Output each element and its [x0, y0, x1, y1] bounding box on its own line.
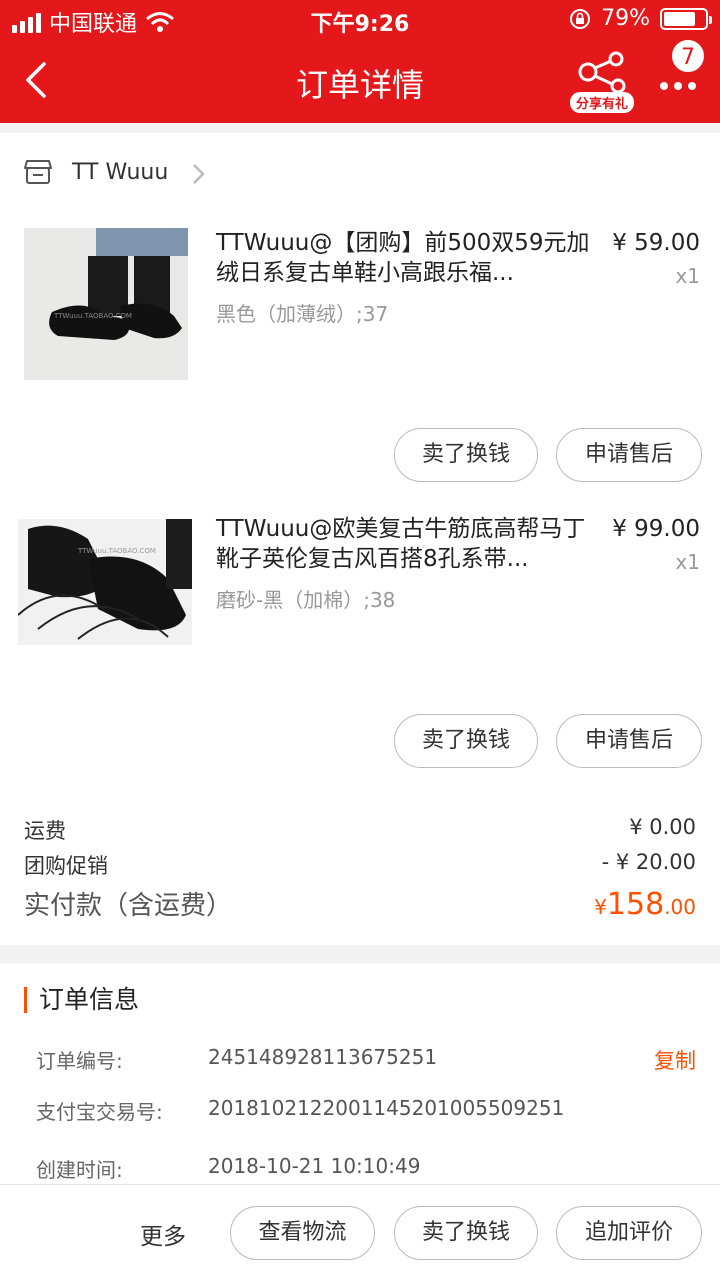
battery-icon: [660, 7, 712, 30]
bottom-action-bar: 更多 查看物流 卖了换钱 追加评价: [0, 1184, 720, 1280]
promo-row: 团购促销 - ¥ 20.00: [24, 850, 696, 880]
total-amount: ¥158.00: [594, 887, 696, 922]
shipping-row: 运费 ¥ 0.00: [24, 815, 696, 845]
alipay-label: 支付宝交易号:: [36, 1100, 163, 1124]
order-number-label: 订单编号:: [36, 1049, 123, 1073]
navbar: 订单详情 分享有礼: [0, 40, 720, 123]
store-icon: [24, 160, 52, 184]
product-price: ¥ 99.00: [612, 516, 700, 542]
product-image-martin-boots[interactable]: TTWuuu.TAOBAO.COM: [18, 519, 192, 645]
view-logistics-button[interactable]: 查看物流: [230, 1206, 375, 1260]
message-badge: 7: [670, 38, 706, 74]
copy-button[interactable]: 复制: [654, 1045, 696, 1075]
product-image-boots-socks[interactable]: TTWuuu.TAOBAO.COM: [24, 228, 188, 380]
created-time-label: 创建时间:: [36, 1158, 123, 1182]
after-sales-button[interactable]: 申请售后: [556, 428, 702, 482]
order-card: TT Wuuu TTWuuu.TAOBAO.COM TTWuuu@【团购】前50…: [0, 133, 720, 945]
product-sku: 黑色（加薄绒）;37: [216, 302, 389, 326]
product-sku: 磨砂-黑（加棉）;38: [216, 588, 396, 612]
add-review-button[interactable]: 追加评价: [556, 1206, 702, 1260]
promo-value: - ¥ 20.00: [601, 850, 696, 874]
order-item[interactable]: TTWuuu.TAOBAO.COM TTWuuu@【团购】前500双59元加绒日…: [0, 228, 720, 488]
order-number-value: 245148928113675251: [208, 1045, 438, 1069]
share-icon: [578, 51, 626, 94]
total-row: 实付款（含运费） ¥158.00: [24, 885, 696, 922]
status-right: 79%: [569, 6, 712, 31]
created-time-value: 2018-10-21 10:10:49: [208, 1154, 421, 1178]
resell-button[interactable]: 卖了换钱: [394, 428, 538, 482]
shop-link[interactable]: TT Wuuu: [24, 159, 168, 185]
product-price: ¥ 59.00: [612, 230, 700, 256]
after-sales-button[interactable]: 申请售后: [556, 714, 702, 768]
resell-button[interactable]: 卖了换钱: [394, 714, 538, 768]
resell-button[interactable]: 卖了换钱: [394, 1206, 538, 1260]
shop-name: TT Wuuu: [72, 159, 169, 185]
svg-text:TTWuuu.TAOBAO.COM: TTWuuu.TAOBAO.COM: [77, 547, 156, 555]
more-actions-link[interactable]: 更多: [140, 1217, 186, 1251]
share-button[interactable]: 分享有礼: [566, 50, 640, 114]
share-label: 分享有礼: [570, 92, 635, 113]
svg-text:TTWuuu.TAOBAO.COM: TTWuuu.TAOBAO.COM: [53, 312, 132, 320]
shipping-value: ¥ 0.00: [629, 815, 696, 839]
order-item[interactable]: TTWuuu.TAOBAO.COM TTWuuu@欧美复古牛筋底高帮马丁靴子英伦…: [0, 514, 720, 774]
product-quantity: x1: [675, 264, 700, 288]
alipay-value: 2018102122001145201005509251: [208, 1096, 565, 1120]
more-icon: [660, 82, 696, 90]
product-title[interactable]: TTWuuu@欧美复古牛筋底高帮马丁靴子英伦复古风百搭8孔系带...: [216, 514, 596, 574]
product-quantity: x1: [675, 550, 700, 574]
order-info-title: 订单信息: [24, 987, 139, 1013]
promo-label: 团购促销: [24, 854, 108, 878]
battery-percent: 79%: [601, 6, 650, 31]
product-title[interactable]: TTWuuu@【团购】前500双59元加绒日系复古单鞋小高跟乐福...: [216, 228, 596, 288]
header: 中国联通 下午9:26 79% 订单详情 分享有礼 7: [0, 0, 720, 123]
chevron-right-icon: [193, 164, 205, 184]
status-bar: 中国联通 下午9:26 79%: [0, 0, 720, 40]
rotation-lock-icon: [570, 8, 591, 29]
shipping-label: 运费: [24, 819, 66, 843]
total-label: 实付款（含运费）: [24, 891, 233, 921]
